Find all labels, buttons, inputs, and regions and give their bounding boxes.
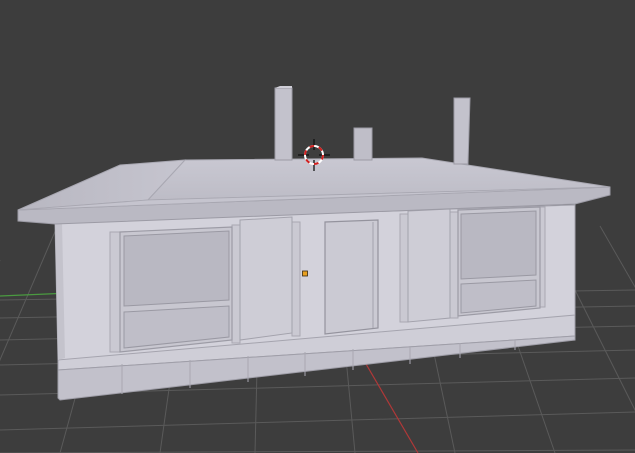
viewport-canvas[interactable] [0,0,635,453]
object-origin-icon[interactable] [302,270,308,277]
chimney-right [453,97,471,165]
wall-panel-right [407,208,451,323]
front-door [324,219,379,335]
chimney-middle [353,127,373,161]
chimney-left [274,86,293,161]
3d-viewport[interactable] [0,0,635,453]
window-left [119,226,233,353]
wall-panel-left [239,216,293,341]
window-right [457,206,541,317]
